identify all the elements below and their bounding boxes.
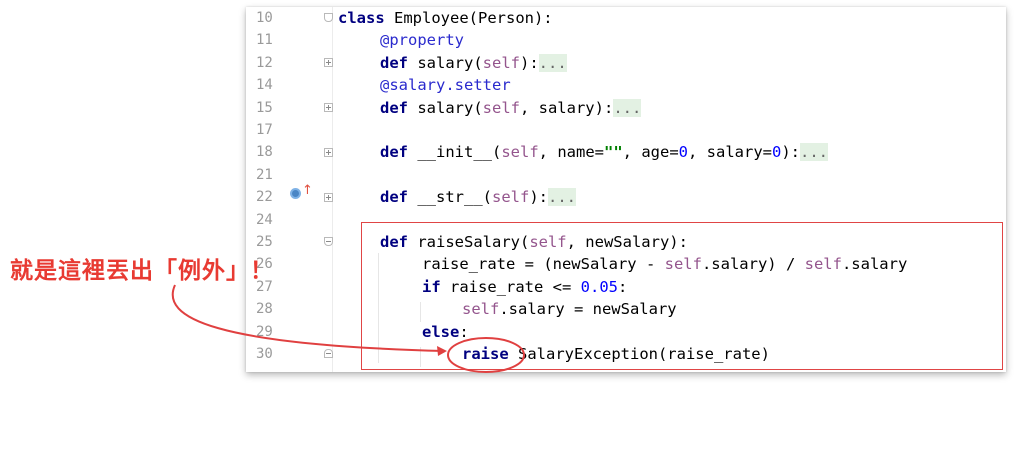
line-number: 29 [256, 323, 273, 340]
fold-expand-icon[interactable] [324, 103, 333, 112]
line-number: 22 [256, 189, 273, 206]
fold-expand-icon[interactable] [324, 148, 333, 157]
code-line-def-salary[interactable]: def salary(self):... [380, 52, 567, 74]
line-number: 24 [256, 211, 273, 228]
line-number: 15 [256, 99, 273, 116]
code-line-def-salary-setter[interactable]: def salary(self, salary):... [380, 97, 642, 119]
code-line-def-str[interactable]: def __str__(self):... [380, 186, 576, 208]
line-number: 18 [256, 144, 273, 161]
override-method-icon[interactable] [290, 188, 301, 199]
line-number: 10 [256, 10, 273, 26]
line-number: 30 [256, 346, 273, 362]
code-line-decorator[interactable]: @salary.setter [380, 74, 511, 96]
fold-collapse-icon[interactable] [324, 13, 333, 22]
line-number: 17 [256, 122, 273, 138]
fold-expand-icon[interactable] [324, 58, 333, 67]
annotation-label: 就是這裡丟出「例外」！ [10, 258, 274, 284]
line-number: 28 [256, 301, 273, 318]
code-editor[interactable]: 10 11 12 14 15 17 18 21 22 24 25 26 27 2… [246, 7, 1006, 372]
line-number: 21 [256, 166, 273, 183]
line-number: 12 [256, 54, 273, 71]
editor-gutter: 10 11 12 14 15 17 18 21 22 24 25 26 27 2… [246, 7, 334, 372]
code-line-class[interactable]: class Employee(Person): [338, 7, 553, 29]
fold-end-icon[interactable] [324, 349, 333, 358]
highlight-box [361, 222, 1003, 370]
line-number: 14 [256, 77, 273, 94]
line-number: 11 [256, 32, 273, 49]
code-line-def-init[interactable]: def __init__(self, name="", age=0, salar… [380, 141, 829, 163]
override-up-arrow-icon[interactable]: ↑ [302, 183, 313, 198]
code-line-decorator[interactable]: @property [380, 29, 464, 51]
fold-collapse-icon[interactable] [324, 237, 333, 246]
fold-expand-icon[interactable] [324, 193, 333, 202]
